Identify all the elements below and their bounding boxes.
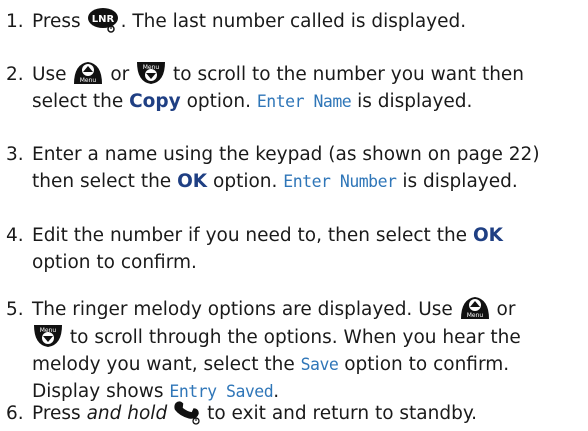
ok-option-label: OK bbox=[177, 171, 208, 192]
display-text-enter-number: Enter Number bbox=[283, 172, 397, 191]
step-number: 3. bbox=[6, 144, 24, 165]
step-4: 4. Edit the number if you need to, then s… bbox=[6, 222, 584, 276]
end-call-key-icon bbox=[171, 397, 201, 425]
display-text-enter-name: Enter Name bbox=[256, 92, 352, 111]
step-3: 3. Enter a name using the keypad (as show… bbox=[6, 141, 584, 195]
display-text-save: Save bbox=[300, 355, 339, 374]
copy-option-label: Copy bbox=[129, 91, 181, 112]
scroll-up-menu-key-icon: Menu bbox=[459, 295, 491, 321]
menu-key-label: Menu bbox=[80, 77, 97, 84]
scroll-down-menu-key-icon: Menu bbox=[32, 323, 64, 349]
emphasis-and-hold: and hold bbox=[86, 403, 168, 424]
step-6: 6. Press and hold to exit and return to s… bbox=[6, 397, 584, 427]
step-number: 2. bbox=[6, 64, 24, 85]
step-5: 5. The ringer melody options are displaye… bbox=[6, 295, 584, 405]
step-number: 4. bbox=[6, 225, 24, 246]
step-1: 1. Press LNR . The last number called is … bbox=[6, 7, 584, 35]
lnr-key-icon: LNR bbox=[87, 7, 121, 33]
lnr-key-label: LNR bbox=[91, 14, 114, 25]
scroll-up-menu-key-icon: Menu bbox=[72, 60, 104, 86]
menu-key-label: Menu bbox=[466, 312, 483, 319]
step-2: 2. Use Menu or Menu to scroll to the numb… bbox=[6, 60, 584, 115]
scroll-down-menu-key-icon: Menu bbox=[135, 60, 167, 86]
step-number: 1. bbox=[6, 11, 24, 32]
step-number: 6. bbox=[6, 403, 24, 424]
ok-option-label: OK bbox=[472, 225, 504, 246]
step-number: 5. bbox=[6, 299, 24, 320]
